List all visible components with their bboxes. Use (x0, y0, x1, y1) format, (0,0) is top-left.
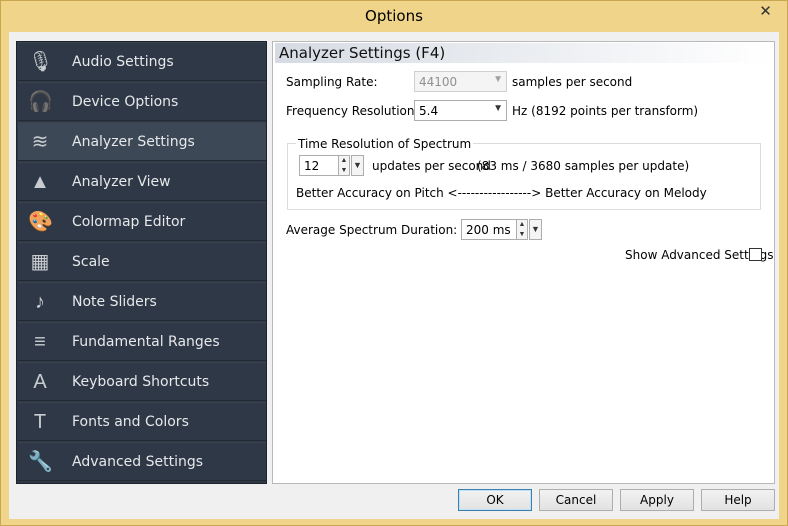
sidebar-item-label: Fundamental Ranges (72, 334, 220, 350)
sidebar-item-label: Analyzer Settings (72, 134, 195, 150)
sidebar-item-advanced-settings[interactable]: 🔧 Advanced Settings (18, 442, 266, 481)
sidebar-item-colormap-editor[interactable]: 🎨 Colormap Editor (18, 202, 266, 241)
sidebar-item-label: Advanced Settings (72, 454, 204, 470)
time-resolution-detail: (83 ms / 3680 samples per update) (477, 159, 690, 173)
average-duration-label: Average Spectrum Duration: (286, 223, 458, 237)
sidebar: 🎙 Audio Settings 🎧 Device Options ≋ Analyzer … (16, 41, 267, 484)
sidebar-item-analyzer-view[interactable]: ▲ Analyzer View (18, 162, 266, 201)
panel-title: Analyzer Settings (F4) (279, 44, 446, 62)
sidebar-item-device-options[interactable]: 🎧 Device Options (18, 82, 266, 121)
keyboard-key-icon: A (33, 371, 47, 393)
sidebar-item-analyzer-settings[interactable]: ≋ Analyzer Settings (18, 122, 266, 161)
frequency-resolution-combo[interactable]: 5.4 ▼ (414, 100, 507, 121)
time-resolution-group: Time Resolution of Spectrum 12 ▲ ▼ ▼ upd… (287, 137, 761, 210)
font-icon: T (33, 411, 47, 433)
frequency-resolution-label: Frequency Resolution: (286, 104, 419, 118)
analyzer-waves-icon: ≋ (31, 131, 49, 153)
sampling-rate-unit: samples per second (512, 75, 633, 89)
sidebar-item-label: Fonts and Colors (72, 414, 189, 430)
spin-buttons: ▲ ▼ (338, 155, 350, 176)
headphones-icon: 🎧 (28, 91, 53, 113)
spin-up-icon[interactable]: ▲ (339, 156, 349, 165)
time-resolution-unit: updates per second (372, 159, 491, 173)
ruler-icon: ▦ (30, 251, 50, 273)
time-resolution-dropdown[interactable]: ▼ (351, 155, 364, 176)
spin-down-icon[interactable]: ▼ (517, 230, 527, 239)
spectrum-view-icon: ▲ (30, 171, 50, 193)
dialog-body: 🎙 Audio Settings 🎧 Device Options ≋ Analyzer … (9, 32, 779, 519)
spin-buttons: ▲ ▼ (516, 219, 528, 240)
sidebar-item-fundamental-ranges[interactable]: ≡ Fundamental Ranges (18, 322, 266, 361)
options-window: Options ✕ 🎙 Audio Settings 🎧 Device Options… (0, 0, 788, 526)
ranges-icon: ≡ (34, 331, 46, 353)
average-duration-spinbox[interactable]: 200 ms ▲ ▼ ▼ (461, 219, 542, 240)
sidebar-item-note-sliders[interactable]: ♪ Note Sliders (18, 282, 266, 321)
sampling-rate-value: 44100 (419, 75, 458, 89)
help-button[interactable]: Help (701, 489, 775, 511)
ok-button[interactable]: OK (458, 489, 532, 511)
sidebar-item-label: Device Options (72, 94, 179, 110)
apply-button[interactable]: Apply (620, 489, 694, 511)
cancel-button[interactable]: Cancel (539, 489, 613, 511)
time-resolution-group-title: Time Resolution of Spectrum (296, 137, 474, 151)
close-button[interactable]: ✕ (749, 2, 782, 22)
sidebar-item-label: Colormap Editor (72, 214, 186, 230)
show-advanced-checkbox[interactable] (749, 248, 762, 261)
accuracy-hint: Better Accuracy on Pitch <--------------… (296, 186, 707, 200)
time-resolution-value: 12 (304, 159, 320, 173)
spin-up-icon[interactable]: ▲ (517, 220, 527, 229)
sidebar-item-fonts-and-colors[interactable]: T Fonts and Colors (18, 402, 266, 441)
title-bar[interactable]: Options ✕ (1, 1, 787, 32)
sidebar-item-keyboard-shortcuts[interactable]: A Keyboard Shortcuts (18, 362, 266, 401)
sidebar-item-label: Audio Settings (72, 54, 174, 70)
sidebar-item-label: Note Sliders (72, 294, 157, 310)
sidebar-item-label: Keyboard Shortcuts (72, 374, 210, 390)
spin-down-icon[interactable]: ▼ (339, 166, 349, 175)
sidebar-item-scale[interactable]: ▦ Scale (18, 242, 266, 281)
panel-header: Analyzer Settings (F4) (275, 43, 772, 63)
average-duration-value: 200 ms (466, 223, 511, 237)
sampling-rate-label: Sampling Rate: (286, 75, 378, 89)
music-note-icon: ♪ (35, 291, 45, 313)
sidebar-item-label: Analyzer View (72, 174, 171, 190)
palette-icon: 🎨 (28, 211, 53, 233)
sampling-rate-combo[interactable]: 44100 ▼ (414, 71, 507, 92)
frequency-resolution-unit: Hz (8192 points per transform) (512, 104, 699, 118)
average-duration-dropdown[interactable]: ▼ (529, 219, 542, 240)
microphone-icon: 🎙 (28, 51, 54, 73)
wrench-icon: 🔧 (28, 451, 53, 473)
chevron-down-icon: ▼ (493, 103, 503, 114)
time-resolution-spinbox[interactable]: 12 ▲ ▼ ▼ (299, 155, 364, 176)
sidebar-item-label: Scale (72, 254, 110, 270)
settings-panel: Analyzer Settings (F4) Sampling Rate: 44… (272, 41, 775, 484)
sidebar-item-audio-settings[interactable]: 🎙 Audio Settings (18, 42, 266, 81)
chevron-down-icon: ▼ (493, 74, 503, 85)
frequency-resolution-value: 5.4 (419, 104, 439, 118)
window-title: Options (365, 7, 423, 25)
